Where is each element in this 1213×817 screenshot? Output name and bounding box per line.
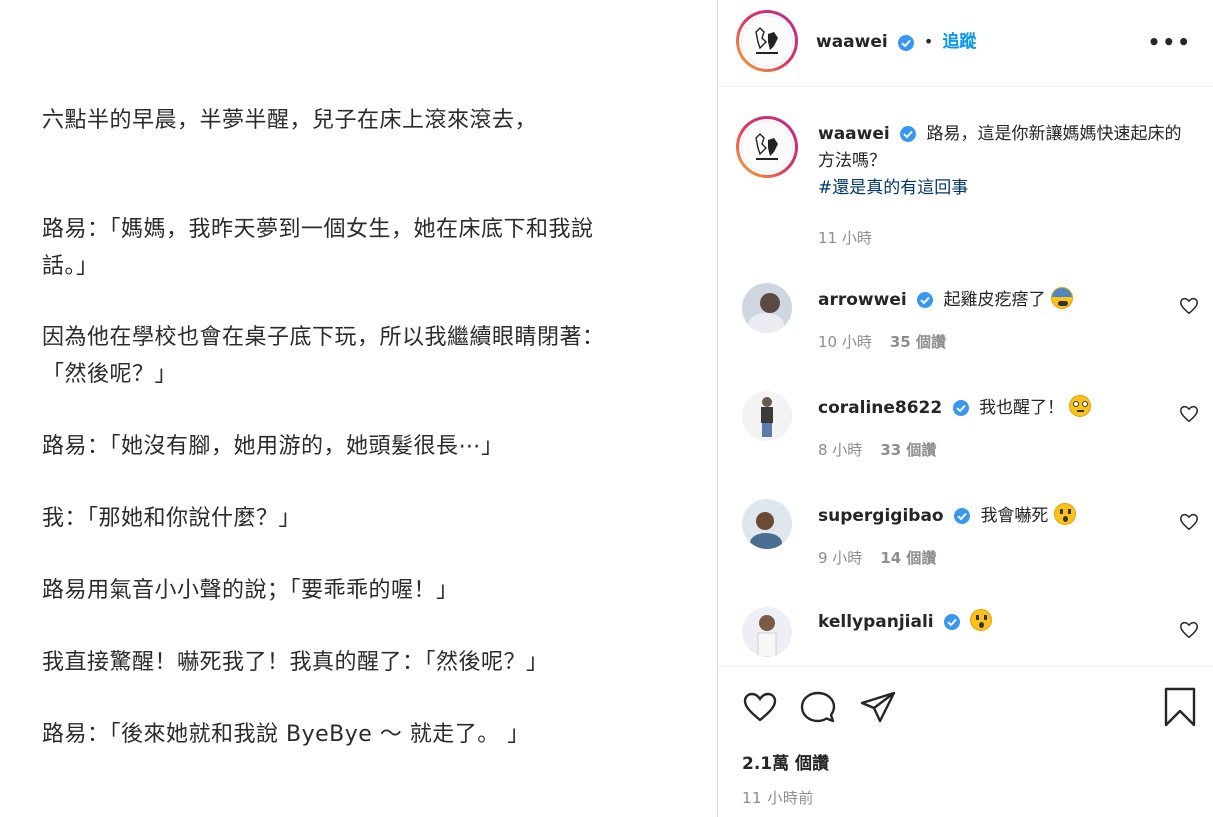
verified-badge-icon xyxy=(897,34,914,51)
story-line: 路易：「後來她就和我說 ByeBye ～ 就走了。 」 xyxy=(42,722,530,747)
story-line: 路易用氣音小小聲的說；「要乖乖的喔！」 xyxy=(42,578,459,603)
verified-badge-icon xyxy=(954,508,971,524)
post-header: waawei • 追蹤 ••• xyxy=(718,0,1213,87)
caption-username[interactable]: waawei xyxy=(818,124,890,144)
story-line: 話。」 xyxy=(42,254,99,279)
commenter-avatar[interactable] xyxy=(742,283,792,333)
follow-button[interactable]: 追蹤 xyxy=(942,32,976,52)
comment-time[interactable]: 10 小時 xyxy=(818,333,872,351)
more-options-icon[interactable]: ••• xyxy=(1148,30,1192,54)
heart-icon[interactable] xyxy=(740,687,780,727)
comment-icon[interactable] xyxy=(798,687,838,727)
story-line: 因為他在學校也會在桌子底下玩，所以我繼續眼睛閉著： xyxy=(42,325,605,350)
commenter-avatar[interactable] xyxy=(742,499,792,549)
post-likes-count[interactable]: 2.1萬 個讚 xyxy=(742,749,829,774)
story-line: 路易：「媽媽，我昨天夢到一個女生，她在床底下和我說 xyxy=(42,217,594,242)
caption-avatar[interactable] xyxy=(736,116,798,178)
comment-username[interactable]: supergigibao xyxy=(818,506,944,526)
post-caption: waawei 路易，這是你新讓媽媽快速起床的方法嗎？ #還是真的有這回事 xyxy=(818,121,1198,202)
story-line: 六點半的早晨，半夢半醒，兒子在床上滾來滾去， xyxy=(42,108,538,133)
story-line: 我：「那她和你說什麼？」 xyxy=(42,506,302,531)
header-username[interactable]: waawei xyxy=(816,32,888,52)
like-comment-heart-icon[interactable] xyxy=(1178,403,1200,425)
comment-item: arrowwei 起雞皮疙瘩了 10 小時 35 個讚 xyxy=(718,283,1213,391)
like-comment-heart-icon[interactable] xyxy=(1178,511,1200,533)
caption-time[interactable]: 11 小時 xyxy=(818,227,872,248)
hashtag-link[interactable]: #還是真的有這回事 xyxy=(818,178,968,198)
comment-item: coraline8622 我也醒了！ 8 小時 33 個讚 xyxy=(718,391,1213,499)
comment-item: supergigibao 我會嚇死 9 小時 14 個讚 xyxy=(718,499,1213,607)
comment-likes[interactable]: 14 個讚 xyxy=(880,549,936,567)
verified-badge-icon xyxy=(917,292,934,308)
story-line: 我直接驚醒！嚇死我了！我真的醒了：「然後呢？」 xyxy=(42,650,549,675)
share-icon[interactable] xyxy=(858,687,898,727)
post-image: 六點半的早晨，半夢半醒，兒子在床上滾來滾去， 路易：「媽媽，我昨天夢到一個女生，… xyxy=(0,0,717,817)
story-line: 路易：「她沒有腳，她用游的，她頭髮很長⋯」 xyxy=(42,434,504,459)
comment-username[interactable]: coraline8622 xyxy=(818,398,942,418)
bookmark-icon[interactable] xyxy=(1160,687,1200,727)
comment-time[interactable]: 9 小時 xyxy=(818,549,862,567)
comment-likes[interactable]: 35 個讚 xyxy=(890,333,946,351)
comment-item: kellypanjiali xyxy=(718,607,1213,666)
commenter-avatar[interactable] xyxy=(742,607,792,657)
comment-username[interactable]: arrowwei xyxy=(818,290,907,310)
post-side-panel: waawei • 追蹤 ••• waawei 路易，這是你新讓媽媽快速起床的方法… xyxy=(717,0,1213,817)
comment-text: 起雞皮疙瘩了 xyxy=(943,290,1046,310)
brand-logo-icon xyxy=(755,133,778,160)
verified-badge-icon xyxy=(944,614,961,630)
astonished-face-icon xyxy=(1053,503,1076,525)
comment-text: 我會嚇死 xyxy=(980,506,1049,526)
commenter-avatar[interactable] xyxy=(742,391,792,441)
comment-time[interactable]: 8 小時 xyxy=(818,441,862,459)
flushed-face-icon xyxy=(1069,395,1092,417)
comment-likes[interactable]: 33 個讚 xyxy=(880,441,936,459)
story-line: 「然後呢？」 xyxy=(42,362,178,387)
separator-dot: • xyxy=(923,32,934,51)
verified-badge-icon xyxy=(900,126,917,142)
profile-avatar[interactable] xyxy=(736,10,798,72)
fearful-face-icon xyxy=(1050,287,1073,309)
comments-list[interactable]: waawei 路易，這是你新讓媽媽快速起床的方法嗎？ #還是真的有這回事 11 … xyxy=(718,88,1213,666)
post-actions-section: 2.1萬 個讚 11 小時前 xyxy=(718,666,1213,817)
comment-text: 我也醒了！ xyxy=(979,398,1065,418)
like-comment-heart-icon[interactable] xyxy=(1178,295,1200,317)
brand-logo-icon xyxy=(755,27,778,54)
like-comment-heart-icon[interactable] xyxy=(1178,619,1200,641)
verified-badge-icon xyxy=(952,400,969,416)
comment-username[interactable]: kellypanjiali xyxy=(818,612,934,632)
post-timestamp[interactable]: 11 小時前 xyxy=(742,787,814,808)
astonished-face-icon xyxy=(970,609,993,631)
